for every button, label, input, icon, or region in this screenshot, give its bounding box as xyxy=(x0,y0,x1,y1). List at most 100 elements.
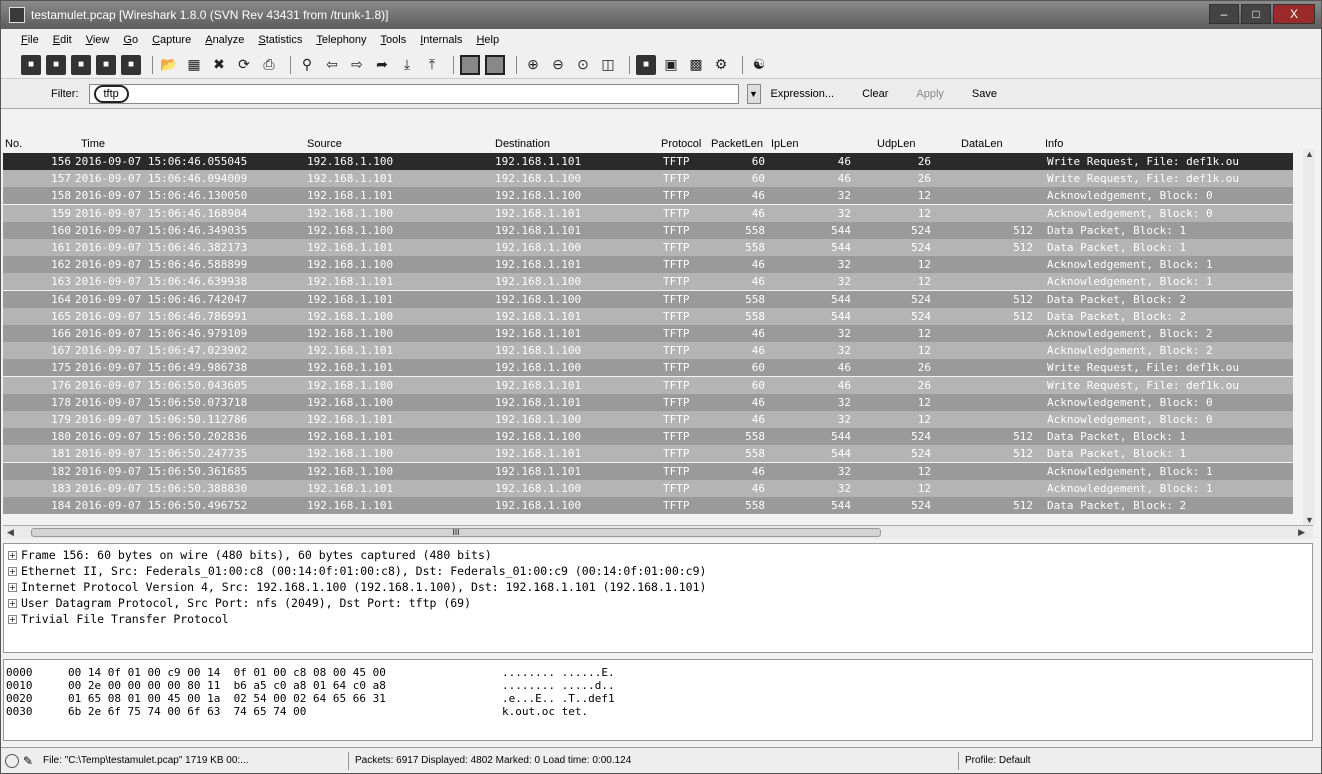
status-profile[interactable]: Profile: Default xyxy=(959,752,1319,770)
packet-row[interactable]: 184 2016-09-07 15:06:50.496752 192.168.1.1… xyxy=(3,497,1293,514)
packet-row[interactable]: 161 2016-09-07 15:06:46.382173 192.168.1.1… xyxy=(3,239,1293,256)
packet-row[interactable]: 162 2016-09-07 15:06:46.588899 192.168.1.1… xyxy=(3,256,1293,274)
packet-row[interactable]: 183 2016-09-07 15:06:50.388830 192.168.1.1… xyxy=(3,479,1293,497)
go-forward-icon[interactable]: ⇨ xyxy=(347,55,367,75)
go-last-packet-icon[interactable]: ⤒ xyxy=(422,55,442,75)
scroll-up-icon[interactable]: ▲ xyxy=(1305,149,1314,159)
preferences-icon[interactable]: ⚙ xyxy=(711,55,731,75)
expand-icon[interactable]: + xyxy=(8,551,17,560)
close-button[interactable]: X xyxy=(1273,4,1315,24)
capture-comments-icon[interactable]: ✎ xyxy=(23,754,37,768)
detail-udp[interactable]: + User Datagram Protocol, Src Port: nfs (… xyxy=(8,596,471,610)
packet-row[interactable]: 178 2016-09-07 15:06:50.073718 192.168.1.1… xyxy=(3,393,1293,411)
menu-go[interactable]: Go xyxy=(123,34,138,46)
column-header-time[interactable]: Time xyxy=(81,138,105,150)
resize-columns-icon[interactable]: ◫ xyxy=(598,55,618,75)
capture-options-icon[interactable]: ■ xyxy=(46,54,66,75)
find-packet-icon[interactable]: ⚲ xyxy=(297,55,317,75)
go-to-packet-icon[interactable]: ➦ xyxy=(372,55,392,75)
menu-view[interactable]: View xyxy=(86,34,110,46)
go-back-icon[interactable]: ⇦ xyxy=(322,55,342,75)
packet-row[interactable]: 160 2016-09-07 15:06:46.349035 192.168.1.1… xyxy=(3,221,1293,239)
menu-edit[interactable]: Edit xyxy=(53,34,72,46)
filter-value[interactable]: tftp xyxy=(93,84,129,103)
packet-row[interactable]: 175 2016-09-07 15:06:49.986738 192.168.1.1… xyxy=(3,359,1293,377)
filter-dropdown-icon[interactable]: ▼ xyxy=(746,83,761,104)
packet-row[interactable]: 164 2016-09-07 15:06:46.742047 192.168.1.1… xyxy=(3,290,1293,308)
restart-capture-icon[interactable]: ■ xyxy=(121,54,141,75)
menu-help[interactable]: Help xyxy=(476,34,499,46)
scroll-left-icon[interactable]: ◀ xyxy=(7,527,14,538)
normal-size-icon[interactable]: ⊙ xyxy=(573,55,593,75)
column-header-info[interactable]: Info xyxy=(1045,138,1063,150)
detail-frame[interactable]: + Frame 156: 60 bytes on wire (480 bits),… xyxy=(8,548,492,562)
detail-tftp[interactable]: + Trivial File Transfer Protocol xyxy=(8,612,229,626)
print-icon[interactable]: ⎙ xyxy=(259,55,279,75)
stop-capture-icon[interactable]: ■ xyxy=(96,54,116,75)
bytes-offset: 0030 xyxy=(6,705,33,718)
column-header-packetlen[interactable]: PacketLen xyxy=(711,138,763,150)
detail-ethernet[interactable]: + Ethernet II, Src: Federals_01:00:c8 (00… xyxy=(8,564,706,578)
packet-row[interactable]: 165 2016-09-07 15:06:46.786991 192.168.1.1… xyxy=(3,307,1293,325)
interfaces-icon[interactable]: ■ xyxy=(21,54,41,75)
menu-analyze[interactable]: Analyze xyxy=(205,34,244,46)
packet-row[interactable]: 156 2016-09-07 15:06:46.055045 192.168.1.1… xyxy=(3,153,1293,170)
packet-row[interactable]: 157 2016-09-07 15:06:46.094009 192.168.1.1… xyxy=(3,170,1293,188)
open-file-icon[interactable]: 📂 xyxy=(159,55,179,75)
minimize-button[interactable]: – xyxy=(1209,4,1239,24)
packet-row[interactable]: 182 2016-09-07 15:06:50.361685 192.168.1.1… xyxy=(3,462,1293,480)
column-header-udplen[interactable]: UdpLen xyxy=(877,138,916,150)
expression-button[interactable]: Expression... xyxy=(771,88,835,100)
column-header-no[interactable]: No. xyxy=(5,138,22,150)
packet-row[interactable]: 167 2016-09-07 15:06:47.023902 192.168.1.1… xyxy=(3,342,1293,360)
menu-file[interactable]: File xyxy=(21,34,39,46)
packet-row[interactable]: 179 2016-09-07 15:06:50.112786 192.168.1.1… xyxy=(3,411,1293,428)
column-header-iplen[interactable]: IpLen xyxy=(771,138,799,150)
menu-telephony[interactable]: Telephony xyxy=(316,34,366,46)
expand-icon[interactable]: + xyxy=(8,567,17,576)
expand-icon[interactable]: + xyxy=(8,615,17,624)
colorize-icon[interactable] xyxy=(460,54,480,75)
packet-row[interactable]: 166 2016-09-07 15:06:46.979109 192.168.1.1… xyxy=(3,325,1293,342)
packet-list-hscrollbar[interactable]: ◀ III ▶ xyxy=(3,525,1313,539)
menu-tools[interactable]: Tools xyxy=(381,34,407,46)
packet-row[interactable]: 176 2016-09-07 15:06:50.043605 192.168.1.1… xyxy=(3,376,1293,394)
filter-input[interactable]: tftp xyxy=(88,83,739,104)
expert-info-icon[interactable] xyxy=(5,753,19,768)
hscroll-thumb[interactable]: III xyxy=(31,528,881,537)
close-file-icon[interactable]: ✖ xyxy=(209,55,229,75)
packet-row[interactable]: 163 2016-09-07 15:06:46.639938 192.168.1.1… xyxy=(3,273,1293,291)
column-header-datalen[interactable]: DataLen xyxy=(961,138,1003,150)
display-filters-icon[interactable]: ▣ xyxy=(661,55,681,75)
auto-scroll-icon[interactable] xyxy=(485,54,505,75)
packet-row[interactable]: 159 2016-09-07 15:06:46.168904 192.168.1.1… xyxy=(3,204,1293,222)
reload-icon[interactable]: ⟳ xyxy=(234,55,254,75)
scroll-down-icon[interactable]: ▼ xyxy=(1305,515,1314,525)
scroll-right-icon[interactable]: ▶ xyxy=(1298,527,1305,538)
menu-statistics[interactable]: Statistics xyxy=(258,34,302,46)
column-header-source[interactable]: Source xyxy=(307,138,342,150)
expand-icon[interactable]: + xyxy=(8,599,17,608)
coloring-rules-icon[interactable]: ▩ xyxy=(686,55,706,75)
save-filter-button[interactable]: Save xyxy=(972,88,997,100)
clear-button[interactable]: Clear xyxy=(862,88,888,100)
packet-row[interactable]: 158 2016-09-07 15:06:46.130050 192.168.1.1… xyxy=(3,187,1293,205)
help-icon[interactable]: ☯ xyxy=(749,55,769,75)
expand-icon[interactable]: + xyxy=(8,583,17,592)
zoom-in-icon[interactable]: ⊕ xyxy=(523,55,543,75)
zoom-out-icon[interactable]: ⊖ xyxy=(548,55,568,75)
apply-button[interactable]: Apply xyxy=(916,88,944,100)
column-header-destination[interactable]: Destination xyxy=(495,138,550,150)
column-header-protocol[interactable]: Protocol xyxy=(661,138,701,150)
menu-capture[interactable]: Capture xyxy=(152,34,191,46)
packet-list-vscrollbar[interactable]: ▲ ▼ xyxy=(1303,149,1315,525)
packet-row[interactable]: 180 2016-09-07 15:06:50.202836 192.168.1.1… xyxy=(3,428,1293,446)
packet-row[interactable]: 181 2016-09-07 15:06:50.247735 192.168.1.1… xyxy=(3,445,1293,463)
start-capture-icon[interactable]: ■ xyxy=(71,54,91,75)
go-first-packet-icon[interactable]: ⤓ xyxy=(397,55,417,75)
capture-filters-icon[interactable]: ■ xyxy=(636,54,656,75)
menu-internals[interactable]: Internals xyxy=(420,34,462,46)
save-file-icon[interactable]: ▦ xyxy=(184,55,204,75)
detail-ipv4[interactable]: + Internet Protocol Version 4, Src: 192.1… xyxy=(8,580,706,594)
maximize-button[interactable]: □ xyxy=(1241,4,1271,24)
